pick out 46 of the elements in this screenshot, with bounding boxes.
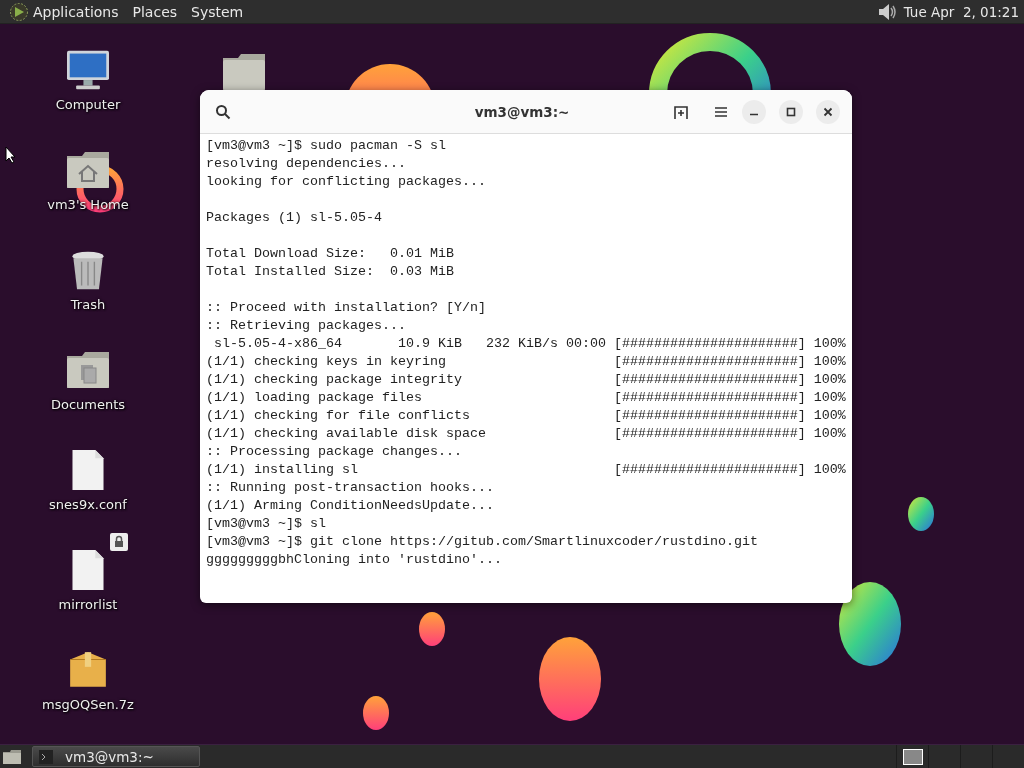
terminal-line: Total Download Size: 0.01 MiB [206,246,454,261]
panel-menu[interactable]: Applications [33,3,119,20]
lock-icon [110,533,128,551]
desktop-icon-label[interactable]: snes9x.conf [49,497,127,512]
panel-menu[interactable]: System [191,3,244,20]
terminal-line: (1/1) Arming ConditionNeedsUpdate... [206,498,494,513]
computer-icon[interactable] [65,49,111,91]
terminal-line: [vm3@vm3 ~]$ git clone https://gitub.com/Smartlinuxcoder/rustdino.git [206,534,758,549]
new-tab-icon[interactable] [673,103,689,120]
terminal-line: [vm3@vm3 ~]$ sudo pacman -S sl [206,138,446,153]
search-icon[interactable] [215,103,231,120]
terminal-line: (1/1) checking package integrity [######################] 100% [206,372,846,387]
folder-icon[interactable] [2,748,22,765]
terminal-line: (1/1) loading package files [######################] 100% [206,390,846,405]
cursor-icon [5,146,17,164]
terminal-line: (1/1) checking keys in keyring [######################] 100% [206,354,846,369]
terminal-line: :: Processing package changes... [206,444,462,459]
close-button[interactable] [816,99,840,124]
taskbar-button[interactable]: vm3@vm3:~ [32,746,200,767]
terminal-line: :: Proceed with installation? [Y/n] [206,300,486,315]
clock[interactable]: Tue Apr 2, 01:21 [903,3,1019,20]
terminal-line: Total Installed Size: 0.03 MiB [206,264,454,279]
desktop-icon-label[interactable]: mirrorlist [58,597,118,612]
terminal-line: gggggggggbhCloning into 'rustdino'... [206,552,502,567]
folder-icon[interactable] [221,52,267,92]
maximize-button[interactable] [779,99,803,124]
terminal-icon [39,749,53,764]
terminal-line: (1/1) checking for file conflicts [######################] 100% [206,408,846,423]
desktop-icon-label[interactable]: Computer [55,97,121,112]
terminal-line: Packages (1) sl-5.05-4 [206,210,382,225]
terminal-line: sl-5.05-4-x86_64 10.9 KiB 232 KiB/s 00:00 [######################] 100% [213,336,846,351]
panel-menu[interactable]: Places [132,3,178,20]
desktop-icon-label[interactable]: Documents [50,397,126,412]
terminal-line: :: Retrieving packages... [206,318,406,333]
documents-folder-icon[interactable] [65,349,111,391]
desktop-icon-label[interactable]: msgOQSen.7z [42,697,134,712]
terminal-line: resolving dependencies... [206,156,406,171]
terminal-line: looking for conflicting packages... [206,174,486,189]
terminal-line: (1/1) installing sl [######################] 100% [206,462,846,477]
desktop-icon-label[interactable]: Trash [70,297,106,312]
terminal-line: :: Running post-transaction hooks... [206,480,494,495]
terminal-line: (1/1) checking available disk space [######################] 100% [206,426,846,441]
home-folder-icon[interactable] [65,149,111,191]
window-title: vm3@vm3:~ [473,103,571,120]
terminal-line: [vm3@vm3 ~]$ sl [206,516,326,531]
logo-icon[interactable] [9,1,29,22]
